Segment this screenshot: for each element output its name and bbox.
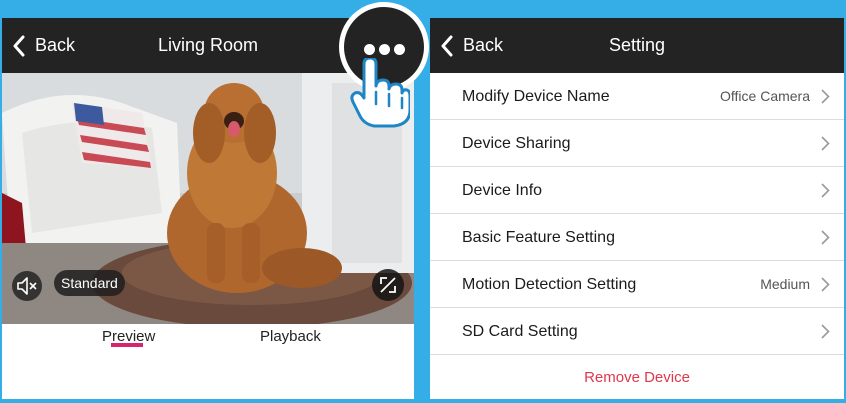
settings-item-label: Motion Detection Setting [462,276,637,293]
settings-item-basic-feature-setting[interactable]: Basic Feature Setting [430,214,844,261]
fullscreen-button[interactable] [372,269,404,301]
settings-screen: Back Setting Modify Device Name Office C… [430,18,844,399]
back-button[interactable]: Back [440,18,503,73]
settings-item-value: Medium [760,276,810,292]
chevron-right-icon [821,230,830,245]
settings-item-device-sharing[interactable]: Device Sharing [430,120,844,167]
view-mode-tabs: Preview Playback [2,324,414,399]
video-quality-button[interactable]: Standard [54,270,125,296]
settings-item-label: Device Info [462,182,543,199]
active-tab-indicator [111,343,143,347]
settings-item-modify-device-name[interactable]: Modify Device Name Office Camera [430,73,844,120]
mute-button[interactable] [12,271,42,301]
chevron-right-icon [821,89,830,104]
tab-playback[interactable]: Playback [260,324,321,354]
pointing-hand-icon [350,58,410,128]
chevron-right-icon [821,277,830,292]
back-label: Back [463,35,504,55]
settings-item-sd-card-setting[interactable]: SD Card Setting [430,308,844,355]
settings-item-device-info[interactable]: Device Info [430,167,844,214]
chevron-right-icon [821,324,830,339]
navigation-bar: Back Setting [430,18,844,73]
mute-speaker-icon [17,277,37,295]
chevron-right-icon [821,136,830,151]
back-button[interactable]: Back [12,18,75,73]
settings-item-value: Office Camera [720,88,810,104]
settings-item-label: Basic Feature Setting [462,229,615,246]
settings-list: Modify Device Name Office Camera Device … [430,73,844,355]
chevron-right-icon [821,183,830,198]
back-label: Back [35,35,76,55]
settings-item-label: Modify Device Name [462,88,610,105]
tab-preview[interactable]: Preview [102,324,155,354]
back-chevron-icon [13,35,25,56]
settings-item-motion-detection-setting[interactable]: Motion Detection Setting Medium [430,261,844,308]
settings-item-label: SD Card Setting [462,323,578,340]
back-chevron-icon [441,35,453,56]
fullscreen-icon [380,277,396,293]
remove-device-button[interactable]: Remove Device [430,363,844,393]
settings-item-label: Device Sharing [462,135,571,152]
